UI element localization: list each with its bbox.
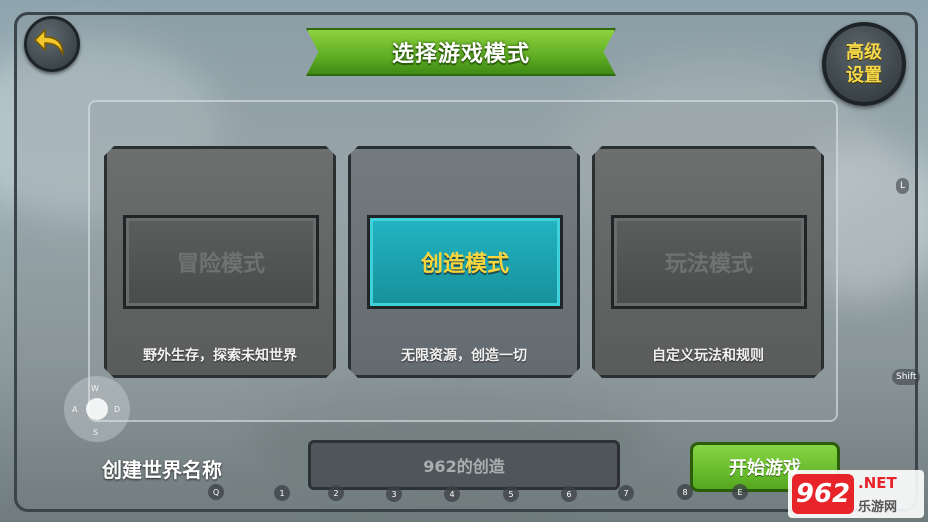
creative-mode-button[interactable]: 创造模式 bbox=[367, 215, 563, 309]
site-watermark: 962 .NET 乐游网 bbox=[788, 470, 924, 518]
back-arrow-icon bbox=[33, 28, 64, 56]
gameplay-mode-card[interactable]: 玩法模式 自定义玩法和规则 bbox=[592, 146, 824, 378]
gameplay-mode-description: 自定义玩法和规则 bbox=[652, 348, 764, 364]
world-name-label: 创建世界名称 bbox=[102, 458, 222, 482]
gameplay-mode-button[interactable]: 玩法模式 bbox=[611, 215, 807, 309]
key-hint: Q bbox=[208, 484, 224, 500]
key-hint: 4 bbox=[444, 486, 460, 502]
key-hint: 7 bbox=[618, 485, 634, 501]
key-hint: 8 bbox=[677, 484, 693, 500]
adventure-mode-button[interactable]: 冒险模式 bbox=[123, 215, 319, 309]
creative-mode-description: 无限资源，创造一切 bbox=[401, 348, 527, 364]
joystick-left-label: A bbox=[72, 405, 78, 414]
watermark-site-name: 乐游网 bbox=[858, 500, 898, 515]
page-title: 选择游戏模式 bbox=[391, 42, 530, 67]
advanced-settings-button[interactable]: 高级设置 bbox=[822, 22, 906, 106]
advanced-settings-label: 高级设置 bbox=[846, 42, 882, 86]
key-hint: E bbox=[732, 484, 748, 500]
key-hint: 3 bbox=[386, 486, 402, 502]
creative-mode-card[interactable]: 创造模式 无限资源，创造一切 bbox=[348, 146, 580, 378]
side-key-hint-shift: Shift bbox=[892, 369, 921, 385]
joystick-up-label: W bbox=[91, 384, 99, 393]
world-name-input[interactable] bbox=[308, 440, 620, 490]
joystick-right-label: D bbox=[114, 405, 121, 414]
joystick-down-label: S bbox=[93, 428, 99, 437]
watermark-net: .NET bbox=[858, 474, 897, 492]
joystick-knob[interactable] bbox=[86, 398, 108, 420]
back-button[interactable] bbox=[24, 16, 80, 72]
movement-joystick[interactable]: W A D S bbox=[64, 376, 130, 442]
key-hint: 5 bbox=[503, 486, 519, 502]
side-key-hint-l: L bbox=[896, 178, 910, 194]
key-hint: 1 bbox=[274, 485, 290, 501]
adventure-mode-description: 野外生存，探索未知世界 bbox=[143, 348, 297, 364]
key-hint: 2 bbox=[328, 485, 344, 501]
adventure-mode-card[interactable]: 冒险模式 野外生存，探索未知世界 bbox=[104, 146, 336, 378]
key-hint: 6 bbox=[561, 486, 577, 502]
watermark-badge: 962 bbox=[792, 474, 854, 514]
